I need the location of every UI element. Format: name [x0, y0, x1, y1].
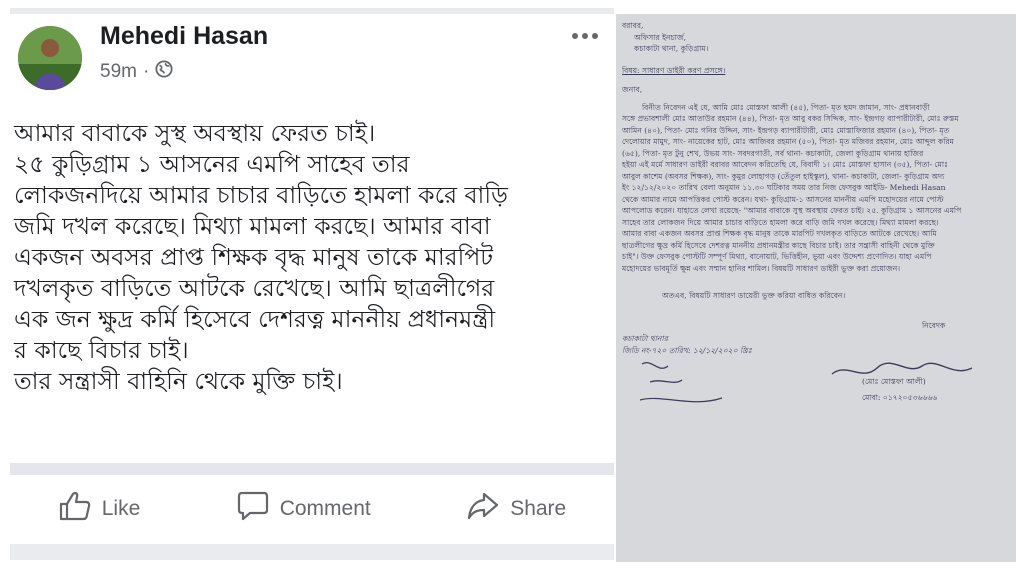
doc-line: আবুল কাশেম (অবসর শিক্ষক), সাং- কুমুর লোহ… — [622, 171, 945, 181]
doc-line: মোবা: ০১৭২০৫৩৬৬৬৬ — [862, 393, 938, 402]
doc-line: (৬৫), পিতা- মৃত টুনু শেখ, উভয় সাং- সবদর… — [622, 148, 924, 158]
doc-line: ছাত্রলীগের ক্ষুদ্র কর্মি হিসেবে দেশরত্ন … — [622, 240, 935, 250]
doc-line: চাই"। উক্ত ফেসবুক পোস্টটি সম্পূর্ণ মিথ্য… — [622, 252, 932, 261]
doc-line: আমিন (৪০), পিতা- মোঃ গনির উদ্দিন, সাং- ই… — [622, 125, 950, 135]
ellipsis-icon[interactable] — [570, 22, 600, 47]
doc-line: হইয়া এই মর্মে সাধারণ ডাইরী বরাবর আবেদন … — [622, 160, 949, 169]
comment-button[interactable]: Comment — [236, 490, 371, 528]
doc-line: নিবেদক — [922, 320, 946, 330]
doc-signature-area: (মোঃ মোস্তফা আলী) মোবা: ০১৭২০৫৩৬৬৬৬ — [622, 356, 1010, 416]
doc-line: আপলোড করেন। যাহাতে লেখা রয়েছে- "আমার বা… — [622, 206, 962, 215]
doc-line: (মোঃ মোস্তফা আলী) — [862, 377, 926, 386]
doc-stamp-line: জিডি নং-৭২০ তারিখ: ১২/১২/২০২০ খ্রিঃ — [622, 345, 752, 355]
like-button[interactable]: Like — [58, 490, 141, 528]
post-body-line: একজন অবসর প্রাপ্ত শিক্ষক বৃদ্ধ মানুষ তাক… — [14, 243, 494, 271]
doc-line: ইং ১২/১২/২০২০ তারিখ বেলা অনুমান ১১.৩০ ঘট… — [622, 183, 946, 192]
doc-line: অতএব, বিষয়টি সাধারণ ডায়েরী ভুক্ত করিয়… — [662, 291, 846, 300]
doc-line: বিনীত নিবেদন এই যে, আমি মোঃ মোস্তফা আলী … — [642, 102, 930, 112]
doc-line: আমার বাবা একজন অবসর প্রাপ্ত শিক্ষক বৃদ্ধ… — [622, 229, 937, 238]
doc-line: কচাকাটা থানা, কুড়িগ্রাম। — [634, 44, 709, 53]
post-body-line: এক জন ক্ষুদ্র কর্মি হিসেবে দেশরত্ন মাননী… — [14, 305, 496, 333]
share-arrow-icon — [466, 490, 500, 528]
document-text: বরাবর, অফিসার ইনচার্জ, কচাকাটা থানা, কুড… — [622, 18, 1010, 416]
post-time[interactable]: 59m — [100, 61, 137, 83]
feed-separator-top — [10, 8, 614, 14]
dot-separator: · — [142, 61, 150, 82]
post-body-line: দখলকৃত বাড়িতে আটকে রেখেছে। আমি ছাত্রলীগ… — [14, 274, 495, 302]
doc-line: থেকে আমার নামে আপত্তিকর পোস্ট করেন। যথা-… — [622, 194, 944, 204]
avatar-photo — [18, 26, 82, 90]
post-body-line: জমি দখল করেছে। মিথ্যা মামলা করছে। আমার ব… — [14, 212, 491, 240]
share-label: Share — [510, 497, 567, 520]
doc-line: বরাবর, — [622, 21, 644, 30]
post-meta: 59m · — [100, 60, 173, 84]
post-body-line: র কাছে বিচার চাই। — [14, 336, 189, 364]
post-body-line: তার সন্ত্রাসী বাহিনি থেকে মুক্তি চাই। — [14, 367, 343, 395]
doc-line: জনাব, — [622, 85, 643, 94]
post-body: আমার বাবাকে সুস্থ অবস্থায় ফেরত চাই। ২৫ … — [14, 118, 610, 397]
comment-label: Comment — [279, 497, 371, 520]
doc-line: মহোদয়ের ভাবমূর্তি ক্ষুন্ন এবং সম্মান হা… — [622, 263, 901, 273]
post-body-line: লোকজনদিয়ে আমার চাচার বাড়িতে হামলা করে … — [14, 181, 508, 209]
share-button[interactable]: Share — [466, 490, 566, 528]
doc-stamp-line: কচাকাটা থানার — [622, 334, 668, 343]
doc-line: অফিসার ইনচার্জ, — [634, 32, 687, 42]
facebook-post: Mehedi Hasan 59m · আমার বাবাকে সুস্থ অবস… — [10, 8, 614, 560]
post-body-line: ২৫ কুড়িগ্রাম ১ আসনের এমপি সাহেব তার — [14, 150, 410, 178]
thumbs-up-icon — [58, 490, 92, 528]
comment-bubble-icon — [236, 490, 270, 528]
gd-document-photo: বরাবর, অফিসার ইনচার্জ, কচাকাটা থানা, কুড… — [616, 14, 1016, 562]
doc-line: সাহেব তার লোকজন দিয়ে আমার চাচার বাড়িতে… — [622, 217, 939, 227]
globe-icon[interactable] — [155, 60, 173, 84]
author-name[interactable]: Mehedi Hasan — [100, 22, 268, 51]
actions-divider — [10, 463, 614, 475]
avatar[interactable] — [18, 26, 82, 90]
feed-separator-bottom — [10, 544, 614, 560]
post-actions: Like Comment Share — [10, 478, 614, 540]
like-label: Like — [101, 497, 141, 520]
doc-line: দেলোয়ার মামুদ, সাং- নায়েকের হাট, মোঃ আ… — [622, 137, 954, 146]
doc-subject: বিষয়: সাধারণ ডাইরী করণ প্রসঙ্গে। — [622, 65, 726, 75]
post-body-line: আমার বাবাকে সুস্থ অবস্থায় ফেরত চাই। — [14, 119, 376, 147]
handwritten-signatures — [639, 362, 973, 403]
doc-line: সঙ্গে প্রভাবশালী মোঃ আতাউর রহমান (৪৪), প… — [622, 114, 959, 123]
